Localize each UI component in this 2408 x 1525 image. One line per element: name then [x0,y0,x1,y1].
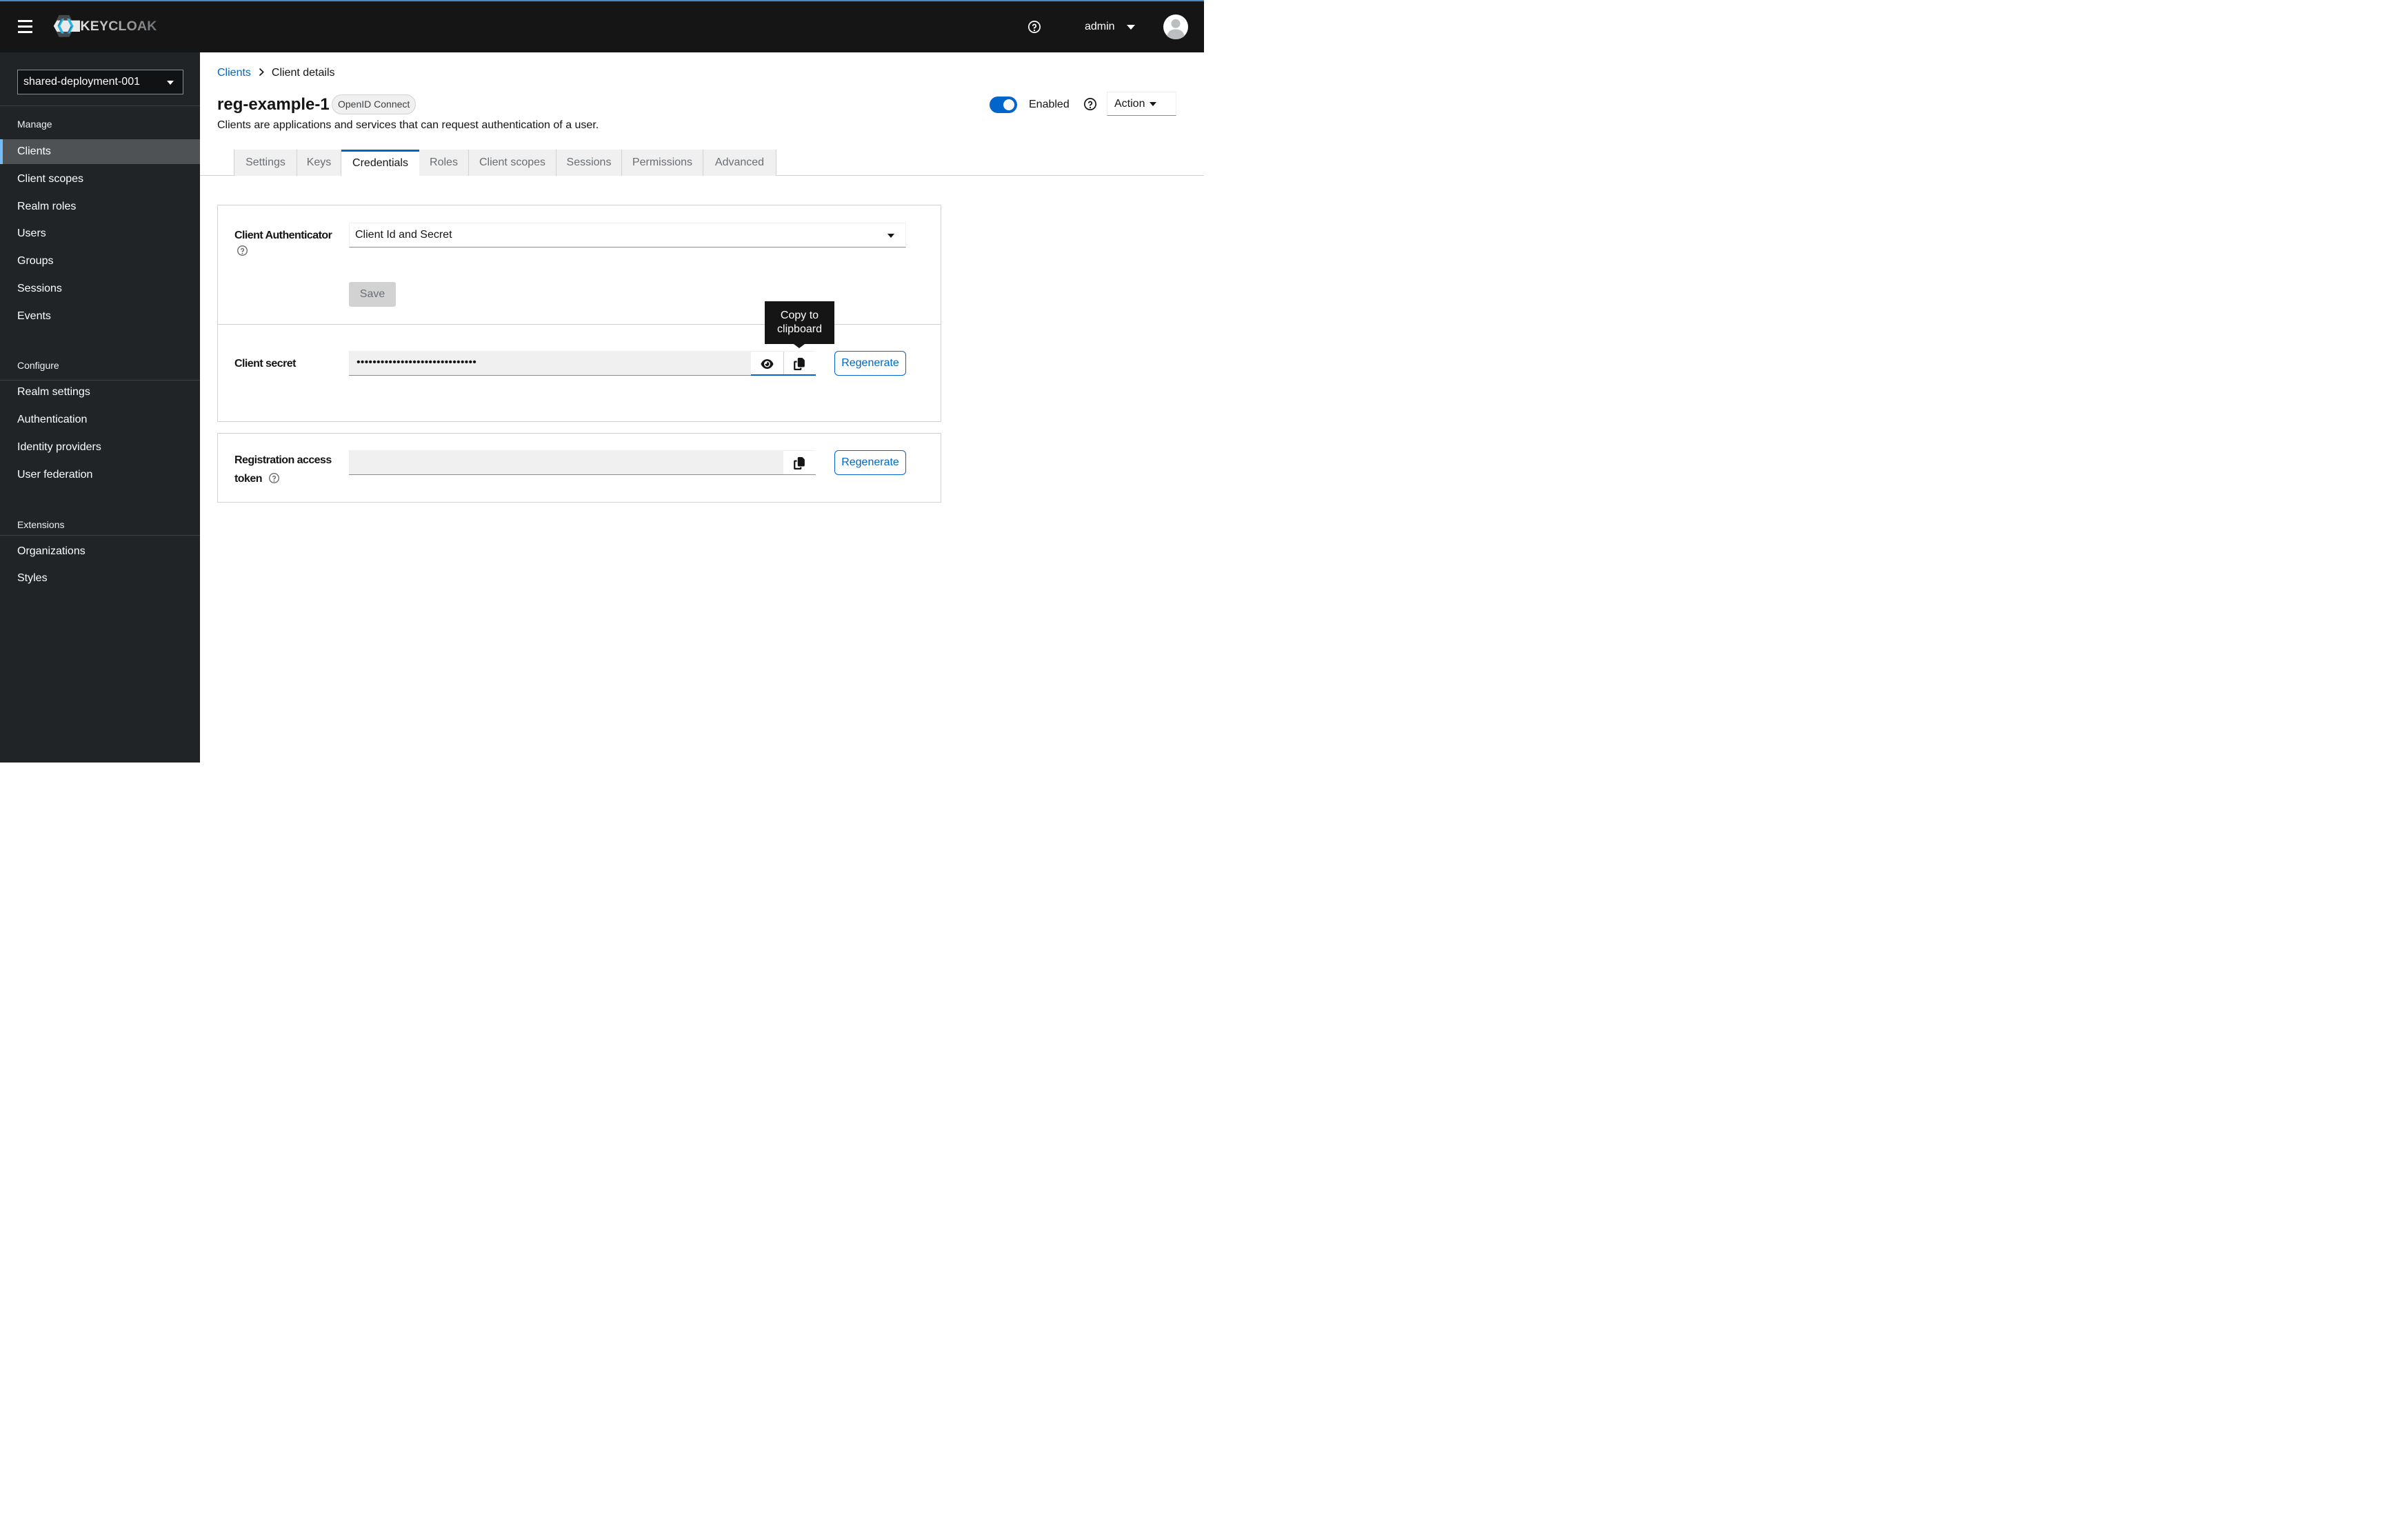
svg-text:KEYCLOAK: KEYCLOAK [81,19,157,34]
